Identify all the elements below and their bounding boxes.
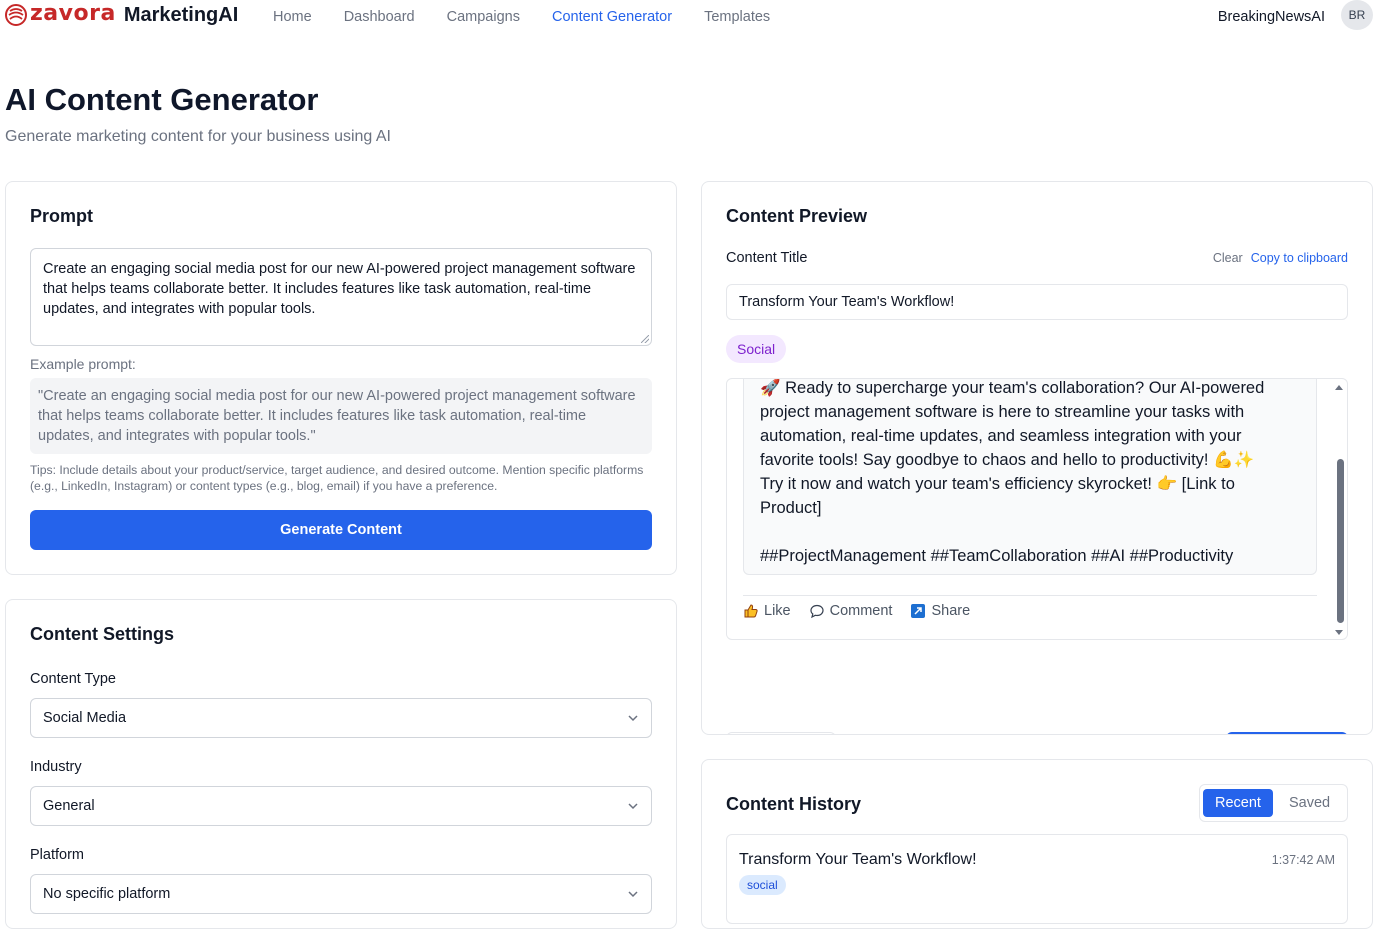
- post-actions: Like Comment Share: [743, 603, 970, 619]
- zavora-logo-icon: [5, 4, 27, 26]
- scrollbar[interactable]: [1333, 379, 1347, 639]
- page-subtitle: Generate marketing content for your busi…: [5, 128, 391, 145]
- nav-links: Home Dashboard Campaigns Content Generat…: [273, 9, 770, 25]
- content-history-card: Content History Recent Saved Transform Y…: [701, 759, 1373, 929]
- nav-link-campaigns[interactable]: Campaigns: [447, 9, 520, 25]
- content-settings-card: Content Settings Content Type Social Med…: [5, 599, 677, 929]
- scroll-thumb[interactable]: [1337, 459, 1344, 623]
- post-line: Try it now and watch your team's efficie…: [760, 475, 1235, 493]
- logo-wordmark: zavora: [30, 0, 116, 26]
- preview-actions: Clear Copy to clipboard: [1213, 251, 1348, 265]
- chevron-down-icon: [628, 891, 638, 898]
- history-item-title: Transform Your Team's Workflow!: [739, 851, 977, 868]
- post-line: Product]: [760, 499, 822, 517]
- content-preview-card: Content Preview Content Title Clear Copy…: [701, 181, 1373, 735]
- prompt-input[interactable]: Create an engaging social media post for…: [30, 248, 652, 346]
- history-item-tag: social: [739, 875, 786, 895]
- generate-content-button[interactable]: Generate Content: [30, 510, 652, 550]
- example-prompt-label: Example prompt:: [30, 356, 136, 372]
- platform-select[interactable]: No specific platform: [30, 874, 652, 914]
- platform-label: Platform: [30, 847, 84, 863]
- preview-primary-button[interactable]: [1226, 732, 1348, 734]
- content-title-input[interactable]: Transform Your Team's Workflow!: [726, 284, 1348, 320]
- nav-link-content-generator[interactable]: Content Generator: [552, 9, 672, 25]
- clear-button[interactable]: Clear: [1213, 251, 1243, 265]
- industry-value: General: [43, 798, 95, 814]
- post-preview-scroll[interactable]: 🚀 Ready to supercharge your team's colla…: [726, 378, 1348, 640]
- logo[interactable]: zavora MarketingAI: [4, 0, 239, 27]
- content-title-value: Transform Your Team's Workflow!: [739, 294, 955, 310]
- avatar[interactable]: BR: [1341, 0, 1373, 30]
- app-name: MarketingAI: [123, 3, 239, 26]
- history-item-time: 1:37:42 AM: [1271, 853, 1335, 867]
- scroll-down-arrow-icon[interactable]: [1335, 630, 1343, 635]
- like-label: Like: [764, 603, 791, 619]
- post-body: 🚀 Ready to supercharge your team's colla…: [743, 379, 1317, 575]
- scroll-up-arrow-icon[interactable]: [1335, 385, 1343, 390]
- platform-value: No specific platform: [43, 886, 171, 902]
- industry-label: Industry: [30, 759, 82, 775]
- content-preview-title: Content Preview: [726, 206, 868, 226]
- top-nav: zavora MarketingAI Home Dashboard Campai…: [0, 0, 1398, 34]
- post-hashtags: ##ProjectManagement ##TeamCollaboration …: [760, 547, 1234, 565]
- post-line: 🚀 Ready to supercharge your team's colla…: [760, 379, 1265, 397]
- prompt-input-text: Create an engaging social media post for…: [43, 261, 636, 317]
- content-settings-title: Content Settings: [30, 624, 174, 644]
- comment-button[interactable]: Comment: [809, 603, 893, 619]
- nav-link-templates[interactable]: Templates: [704, 9, 770, 25]
- chevron-down-icon: [628, 803, 638, 810]
- share-label: Share: [931, 603, 971, 619]
- content-type-value: Social Media: [43, 710, 127, 726]
- user-name[interactable]: BreakingNewsAI: [1218, 9, 1325, 25]
- prompt-card-title: Prompt: [30, 206, 93, 226]
- post-divider: [743, 595, 1317, 596]
- like-button[interactable]: Like: [743, 603, 791, 619]
- comment-label: Comment: [829, 603, 893, 619]
- preview-secondary-button[interactable]: [726, 732, 836, 734]
- content-history-title: Content History: [726, 794, 861, 814]
- thumbs-up-icon: [744, 604, 758, 618]
- post-line: project management software is here to s…: [760, 403, 1245, 421]
- comment-icon: [810, 604, 824, 619]
- history-tabs: Recent Saved: [1199, 784, 1348, 822]
- tab-saved[interactable]: Saved: [1277, 795, 1342, 811]
- post-line: automation, real-time updates, and seaml…: [760, 427, 1242, 445]
- share-icon: [911, 604, 926, 618]
- nav-link-home[interactable]: Home: [273, 9, 312, 25]
- copy-to-clipboard-button[interactable]: Copy to clipboard: [1251, 251, 1348, 265]
- example-prompt-text: "Create an engaging social media post fo…: [30, 378, 652, 454]
- content-type-select[interactable]: Social Media: [30, 698, 652, 738]
- tab-recent[interactable]: Recent: [1203, 789, 1273, 817]
- prompt-card: Prompt Create an engaging social media p…: [5, 181, 677, 575]
- content-title-label: Content Title: [726, 250, 808, 266]
- content-type-badge: Social: [726, 335, 787, 363]
- share-button[interactable]: Share: [910, 603, 970, 619]
- chevron-down-icon: [628, 715, 638, 722]
- page-title: AI Content Generator: [5, 82, 319, 117]
- industry-select[interactable]: General: [30, 786, 652, 826]
- resize-grip-icon[interactable]: [641, 335, 649, 343]
- post-line: favorite tools! Say goodbye to chaos and…: [760, 451, 1255, 469]
- content-type-label: Content Type: [30, 671, 116, 687]
- history-item[interactable]: Transform Your Team's Workflow! 1:37:42 …: [726, 834, 1348, 924]
- prompt-tips: Tips: Include details about your product…: [30, 463, 644, 493]
- nav-link-dashboard[interactable]: Dashboard: [344, 9, 415, 25]
